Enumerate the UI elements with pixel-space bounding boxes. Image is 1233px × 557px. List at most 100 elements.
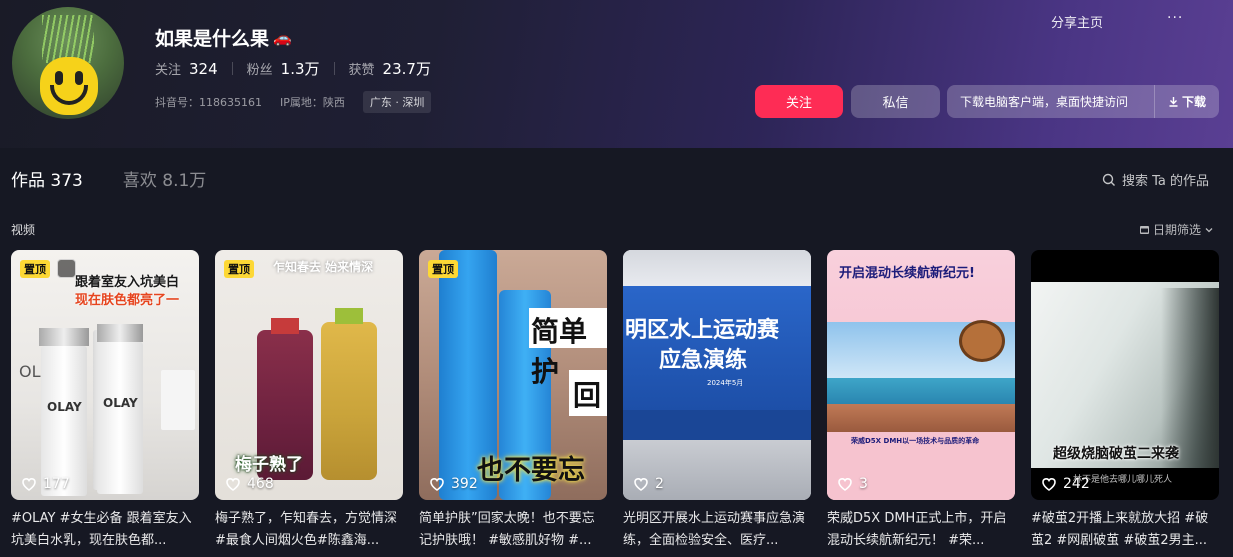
share-profile-button[interactable]: 分享主页 [1051, 12, 1103, 31]
video-likes: 242 [1041, 476, 1090, 492]
video-caption[interactable]: #破茧2开播上来就放大招 #破茧2 #网剧破茧 #破茧2男主... [1031, 508, 1219, 554]
stat-divider [333, 62, 335, 75]
pinned-badge: 置顶 [20, 260, 50, 278]
video-caption[interactable]: #OLAY #女生必备 跟着室友入坑美白水乳，现在肤色都... [11, 508, 199, 554]
download-label: 下载 [1181, 95, 1206, 109]
video-overlay-text: 超级烧脑破茧二来袭 [1053, 446, 1179, 462]
bottle-graphic [161, 370, 195, 430]
section-videos-label: 视频 [11, 223, 36, 237]
likes-count: 177 [43, 476, 70, 492]
stat-following[interactable]: 关注 324 [155, 59, 218, 78]
region-tag: 广东 · 深圳 [362, 91, 432, 113]
video-overlay-text: 梅子熟了 [235, 455, 303, 475]
olay-logo: OL [19, 362, 41, 381]
stat-followers-label: 粉丝 [246, 63, 273, 78]
pinned-badge: 置顶 [224, 260, 254, 278]
bear-sticker-icon [959, 320, 1005, 362]
download-client-banner[interactable]: 下载电脑客户端，桌面快捷访问 下载 [947, 85, 1219, 118]
video-card[interactable]: 简单护 回 也不要忘 置顶 392 [419, 250, 607, 500]
video-overlay-text: 回 [573, 379, 602, 412]
download-button[interactable]: 下载 [1155, 85, 1219, 118]
stat-following-value: 324 [189, 60, 218, 78]
video-card[interactable]: 开启混动长续航新纪元! 荣威D5X DMH以一场技术与品质的革命 3 [827, 250, 1015, 500]
bottle-cap-graphic [271, 318, 299, 334]
video-likes: 2 [633, 476, 664, 492]
olay-logo: OLAY [47, 400, 82, 414]
heart-icon [1042, 478, 1056, 491]
bottle-graphic [41, 346, 87, 496]
rocks-graphic [827, 404, 1015, 432]
likes-count: 2 [655, 476, 664, 492]
heart-icon [430, 478, 444, 491]
stat-likes: 获赞 23.7万 [349, 58, 431, 79]
bottle-graphic [97, 342, 143, 494]
profile-stats: 关注 324 粉丝 1.3万 获赞 23.7万 [155, 58, 431, 79]
heart-icon [838, 478, 852, 491]
video-card[interactable]: OLAY OLAY OL 跟着室友入坑美白 现在肤色都亮了一 置顶 177 [11, 250, 199, 500]
likes-count: 3 [859, 476, 868, 492]
video-overlay-text: 2024年5月 [707, 379, 744, 387]
collection-icon [57, 259, 76, 278]
chevron-down-icon [1205, 227, 1213, 232]
overlay-line: 现在肤色都亮了一 [75, 293, 180, 308]
video-caption[interactable]: 光明区开展水上运动赛事应急演练，全面检验安全、医疗... [623, 508, 811, 554]
sky-graphic [623, 250, 811, 286]
tab-likes[interactable]: 喜欢 8.1万 [123, 166, 206, 191]
video-caption[interactable]: 梅子熟了，乍知春去，方觉情深#最食人间烟火色#陈鑫海... [215, 508, 403, 554]
car-emoji-icon: 🚗 [273, 28, 292, 47]
bottle-cap-graphic [335, 308, 363, 324]
stat-divider [231, 62, 233, 75]
video-overlay-text: 跟着室友入坑美白 现在肤色都亮了一 [75, 274, 179, 310]
bottle-cap-graphic [97, 324, 143, 342]
tab-works[interactable]: 作品 373 [11, 166, 83, 191]
video-likes: 392 [429, 476, 478, 492]
stat-likes-value: 23.7万 [382, 60, 431, 78]
calendar-icon [1140, 226, 1149, 234]
search-icon [1102, 173, 1115, 186]
heart-icon [226, 478, 240, 491]
profile-name: 如果是什么果 🚗 [155, 24, 292, 51]
pinned-badge: 置顶 [428, 260, 458, 278]
video-card[interactable]: 乍知春去 始来情深 梅子熟了 置顶 468 [215, 250, 403, 500]
douyin-id: 抖音号：118635161 [155, 96, 262, 109]
video-likes: 3 [837, 476, 868, 492]
stat-followers-value: 1.3万 [280, 60, 320, 78]
video-overlay-text: 荣威D5X DMH以一场技术与品质的革命 [851, 437, 980, 445]
video-card[interactable]: 明区水上运动赛 应急演练 2024年5月 2 [623, 250, 811, 500]
bottle-cap-graphic [39, 328, 89, 346]
avatar[interactable] [12, 7, 124, 119]
video-likes: 468 [225, 476, 274, 492]
video-overlay-text: 明区水上运动赛 [625, 318, 780, 343]
video-caption[interactable]: 荣威D5X DMH正式上市，开启混动长续航新纪元！ #荣... [827, 508, 1015, 554]
juice-bottle-graphic [321, 322, 377, 480]
overlay-line: 跟着室友入坑美白 [75, 275, 180, 290]
likes-count: 468 [247, 476, 274, 492]
ip-location: IP属地：陕西 [280, 96, 345, 109]
download-icon [1169, 97, 1178, 107]
video-likes: 177 [21, 476, 70, 492]
date-filter-label: 日期筛选 [1153, 223, 1202, 237]
video-caption[interactable]: 简单护肤”回家太晚！也不要忘记护肤哦！ #敏感肌好物 #... [419, 508, 607, 554]
stat-following-label: 关注 [155, 63, 182, 78]
video-card[interactable]: 超级烧脑破茧二来袭 林不是他去哪儿哪儿死人 242 [1031, 250, 1219, 500]
search-label: 搜索 Ta 的作品 [1122, 174, 1210, 189]
avatar-smiley-pot [40, 57, 98, 115]
video-overlay-text: 也不要忘 [477, 455, 585, 486]
content-tabs: 作品 373 喜欢 8.1万 [11, 166, 206, 191]
more-options-icon[interactable]: ··· [1167, 10, 1183, 26]
sea-graphic [827, 378, 1015, 404]
likes-count: 242 [1063, 476, 1090, 492]
profile-name-text: 如果是什么果 [155, 28, 270, 50]
stat-followers[interactable]: 粉丝 1.3万 [247, 58, 320, 79]
heart-icon [634, 478, 648, 491]
search-works-input[interactable]: 搜索 Ta 的作品 [1102, 170, 1209, 189]
follow-button[interactable]: 关注 [755, 85, 843, 118]
stat-likes-label: 获赞 [348, 63, 375, 78]
banner-graphic [623, 410, 811, 440]
date-filter-dropdown[interactable]: 日期筛选 [1139, 221, 1214, 238]
profile-meta: 抖音号：118635161 IP属地：陕西 广东 · 深圳 [155, 91, 432, 113]
avatar-grass-decoration [42, 15, 94, 63]
heart-icon [22, 478, 36, 491]
message-button[interactable]: 私信 [851, 85, 940, 118]
video-overlay-text: 应急演练 [659, 348, 748, 373]
